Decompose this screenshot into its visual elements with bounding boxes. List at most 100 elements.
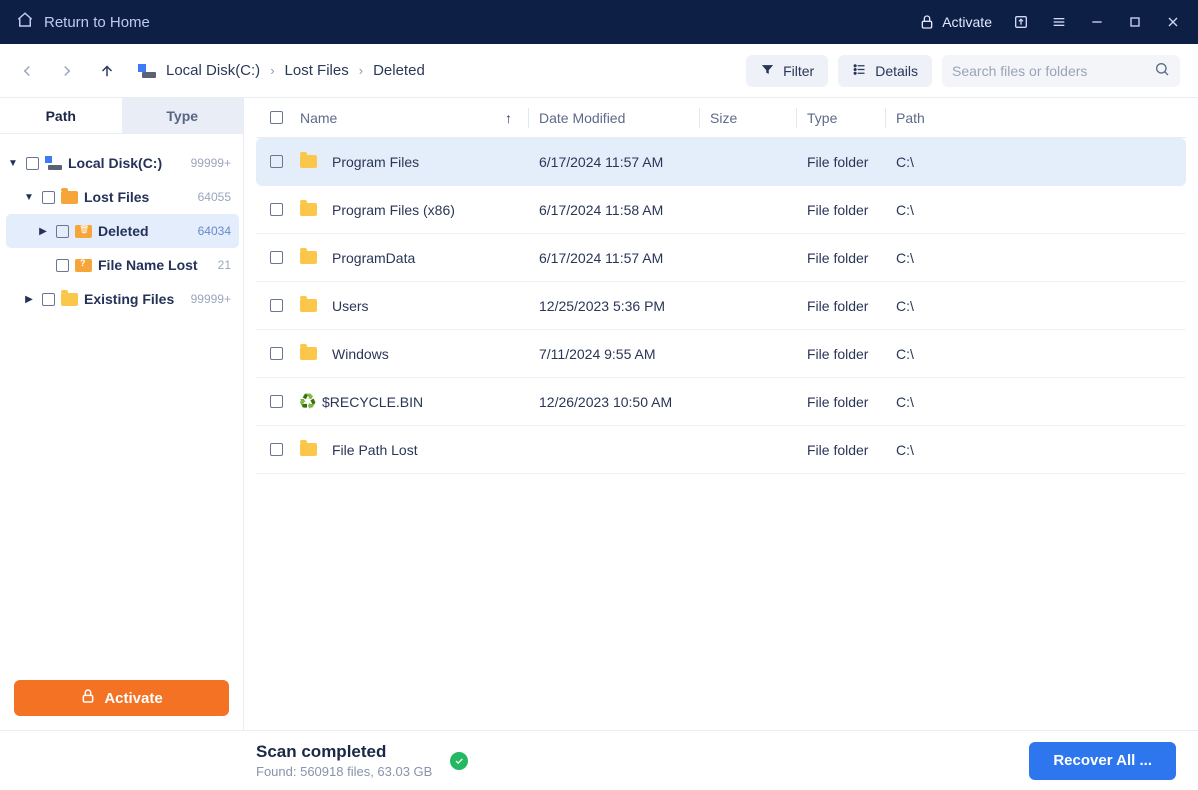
table-row[interactable]: Program Files (x86)6/17/2024 11:58 AMFil… xyxy=(256,186,1186,234)
row-date: 6/17/2024 11:57 AM xyxy=(539,154,699,170)
table-row[interactable]: File Path LostFile folderC:\ xyxy=(256,426,1186,474)
row-name: $RECYCLE.BIN xyxy=(322,394,423,410)
folder-trash-icon xyxy=(75,224,92,239)
checkbox[interactable] xyxy=(26,157,39,170)
nav-up-icon[interactable] xyxy=(98,62,116,80)
folder-question-icon xyxy=(75,258,92,273)
close-icon[interactable] xyxy=(1164,13,1182,31)
folder-icon xyxy=(300,299,318,313)
checkbox[interactable] xyxy=(42,191,55,204)
filter-button[interactable]: Filter xyxy=(746,55,828,87)
column-date[interactable]: Date Modified xyxy=(539,110,699,126)
checkbox[interactable] xyxy=(56,259,69,272)
folder-icon xyxy=(300,251,318,265)
chevron-right-icon[interactable]: ▶ xyxy=(22,294,36,305)
filter-icon xyxy=(760,62,775,80)
recover-all-button[interactable]: Recover All ... xyxy=(1029,742,1176,780)
tab-type[interactable]: Type xyxy=(122,98,244,133)
folder-icon xyxy=(61,190,78,205)
table-row[interactable]: Users12/25/2023 5:36 PMFile folderC:\ xyxy=(256,282,1186,330)
row-type: File folder xyxy=(807,394,885,410)
search-input[interactable] xyxy=(952,63,1146,79)
chevron-down-icon[interactable]: ▼ xyxy=(6,158,20,169)
nav-back-icon[interactable] xyxy=(18,62,36,80)
home-icon xyxy=(16,11,34,33)
tree-node-file-name-lost[interactable]: ▶ File Name Lost 21 xyxy=(6,248,239,282)
tree-node-count: 99999+ xyxy=(191,292,231,306)
footer: Scan completed Found: 560918 files, 63.0… xyxy=(0,730,1198,790)
tree-node-count: 64034 xyxy=(198,224,231,238)
row-type: File folder xyxy=(807,154,885,170)
chevron-right-icon[interactable]: ▶ xyxy=(36,226,50,237)
file-list: Name ↑ Date Modified Size Type Path Prog… xyxy=(244,98,1198,730)
row-type: File folder xyxy=(807,202,885,218)
column-name[interactable]: Name xyxy=(300,110,337,126)
file-rows: Program Files 6/17/2024 11:57 AM File fold… xyxy=(256,138,1186,474)
row-date: 6/17/2024 11:57 AM xyxy=(539,250,699,266)
row-checkbox[interactable] xyxy=(270,251,283,264)
row-date: 12/26/2023 10:50 AM xyxy=(539,394,699,410)
folder-icon xyxy=(61,292,78,307)
row-name: Users xyxy=(332,298,369,314)
return-home-button[interactable]: Return to Home xyxy=(16,11,150,33)
breadcrumb-item[interactable]: Local Disk(C:) xyxy=(166,62,260,79)
share-icon[interactable] xyxy=(1012,13,1030,31)
row-date: 7/11/2024 9:55 AM xyxy=(539,346,699,362)
table-row[interactable]: Windows7/11/2024 9:55 AMFile folderC:\ xyxy=(256,330,1186,378)
row-checkbox[interactable] xyxy=(270,347,283,360)
row-path: C:\ xyxy=(896,250,1186,266)
tree-node-lost-files[interactable]: ▼ Lost Files 64055 xyxy=(6,180,239,214)
activate-button-label: Activate xyxy=(104,690,162,707)
sidebar: Path Type ▼ Local Disk(C:) 99999+ ▼ Lost… xyxy=(0,98,244,730)
search-box[interactable] xyxy=(942,55,1180,87)
nav-forward-icon[interactable] xyxy=(58,62,76,80)
row-checkbox[interactable] xyxy=(270,203,283,216)
folder-icon xyxy=(300,347,318,361)
row-type: File folder xyxy=(807,346,885,362)
table-row[interactable]: ProgramData6/17/2024 11:57 AMFile folder… xyxy=(256,234,1186,282)
breadcrumb-item[interactable]: Lost Files xyxy=(285,62,349,79)
column-size[interactable]: Size xyxy=(710,110,796,126)
tree-node-label: Deleted xyxy=(98,223,194,239)
activate-link[interactable]: Activate xyxy=(918,13,992,31)
list-icon xyxy=(852,62,867,80)
toolbar: Local Disk(C:) › Lost Files › Deleted Fi… xyxy=(0,44,1198,98)
checkbox[interactable] xyxy=(42,293,55,306)
tab-path[interactable]: Path xyxy=(0,98,122,133)
chevron-down-icon[interactable]: ▼ xyxy=(22,192,36,203)
maximize-icon[interactable] xyxy=(1126,13,1144,31)
scan-status-title: Scan completed xyxy=(256,742,432,762)
row-type: File folder xyxy=(807,298,885,314)
row-date: 6/17/2024 11:58 AM xyxy=(539,202,699,218)
tree: ▼ Local Disk(C:) 99999+ ▼ Lost Files 640… xyxy=(0,134,243,666)
tree-node-label: Lost Files xyxy=(84,189,194,205)
return-home-label: Return to Home xyxy=(44,14,150,31)
tree-node-deleted[interactable]: ▶ Deleted 64034 xyxy=(6,214,239,248)
breadcrumb-item[interactable]: Deleted xyxy=(373,62,425,79)
row-checkbox[interactable] xyxy=(270,155,283,168)
activate-button[interactable]: Activate xyxy=(14,680,229,716)
tree-node-local-disk[interactable]: ▼ Local Disk(C:) 99999+ xyxy=(6,146,239,180)
row-type: File folder xyxy=(807,250,885,266)
chevron-right-icon: › xyxy=(359,63,363,78)
chevron-right-icon: › xyxy=(270,63,274,78)
table-row[interactable]: ♻️$RECYCLE.BIN12/26/2023 10:50 AMFile fo… xyxy=(256,378,1186,426)
menu-icon[interactable] xyxy=(1050,13,1068,31)
row-name: Program Files xyxy=(332,154,419,170)
minimize-icon[interactable] xyxy=(1088,13,1106,31)
lock-icon xyxy=(80,688,96,708)
column-type[interactable]: Type xyxy=(807,110,885,126)
tree-node-existing-files[interactable]: ▶ Existing Files 99999+ xyxy=(6,282,239,316)
column-path[interactable]: Path xyxy=(896,110,1186,126)
row-checkbox[interactable] xyxy=(270,395,283,408)
row-type: File folder xyxy=(807,442,885,458)
table-row[interactable]: Program Files 6/17/2024 11:57 AM File fold… xyxy=(256,138,1186,186)
row-checkbox[interactable] xyxy=(270,443,283,456)
row-path: C:\ xyxy=(896,154,1186,170)
select-all-checkbox[interactable] xyxy=(270,111,283,124)
details-button[interactable]: Details xyxy=(838,55,932,87)
checkbox[interactable] xyxy=(56,225,69,238)
folder-icon xyxy=(300,203,318,217)
row-checkbox[interactable] xyxy=(270,299,283,312)
sort-ascending-icon[interactable]: ↑ xyxy=(505,110,512,126)
